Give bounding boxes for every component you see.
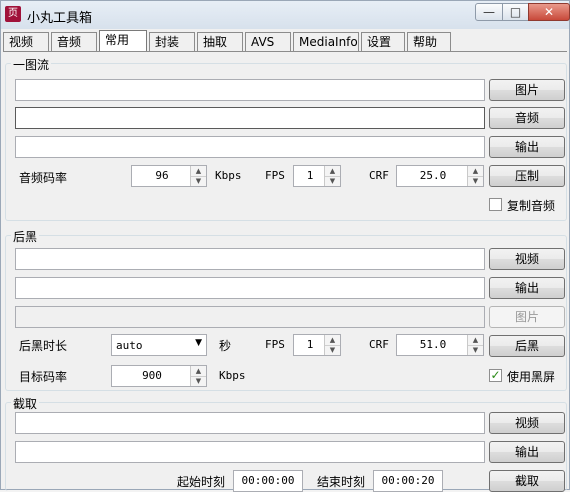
tab-help[interactable]: 帮助	[407, 32, 451, 51]
tail-fps-stepper[interactable]: 1 ▲ ▼	[293, 334, 341, 356]
kbps-unit: Kbps	[215, 169, 242, 182]
start-time-input[interactable]: 00:00:00	[233, 470, 303, 492]
video-path-input[interactable]	[15, 248, 485, 270]
video-button[interactable]: 视频	[489, 248, 565, 270]
clip-output-button[interactable]: 输出	[489, 441, 565, 463]
tail-image-button: 图片	[489, 306, 565, 328]
black-tail-run-button[interactable]: 后黑	[489, 335, 565, 357]
stepper-arrows[interactable]: ▲ ▼	[324, 335, 340, 355]
tail-crf-label: CRF	[369, 338, 389, 351]
down-arrow-icon[interactable]: ▼	[191, 176, 206, 186]
image-path-input[interactable]	[15, 79, 485, 101]
tail-output-button[interactable]: 输出	[489, 277, 565, 299]
copy-audio-label: 复制音频	[507, 199, 556, 213]
tail-output-path-input[interactable]	[15, 277, 485, 299]
up-arrow-icon[interactable]: ▲	[191, 366, 206, 376]
chevron-down-icon[interactable]: ▼	[195, 338, 202, 348]
down-arrow-icon[interactable]: ▼	[191, 376, 206, 386]
minimize-button[interactable]: —	[475, 3, 503, 21]
crf-stepper[interactable]: 25.0 ▲ ▼	[396, 165, 484, 187]
title-bar[interactable]: 页 小丸工具箱 — □ ✕	[1, 1, 570, 29]
up-arrow-icon[interactable]: ▲	[468, 335, 483, 345]
app-icon: 页	[5, 6, 21, 22]
audio-bitrate-label: 音频码率	[19, 171, 68, 185]
compress-button[interactable]: 压制	[489, 165, 565, 187]
crf-value: 25.0	[419, 169, 447, 182]
target-bitrate-label: 目标码率	[19, 370, 68, 384]
audio-button[interactable]: 音频	[489, 107, 565, 129]
tail-duration-select[interactable]: auto ▼	[111, 334, 207, 356]
down-arrow-icon[interactable]: ▼	[468, 345, 483, 355]
tab-mediainfo[interactable]: MediaInfo	[293, 32, 359, 51]
target-kbps-unit: Kbps	[219, 369, 246, 382]
maximize-button[interactable]: □	[502, 3, 529, 21]
clip-video-button[interactable]: 视频	[489, 412, 565, 434]
stepper-arrows[interactable]: ▲ ▼	[324, 166, 340, 186]
tab-divider	[3, 51, 567, 52]
output-button[interactable]: 输出	[489, 136, 565, 158]
use-black-checkbox[interactable]: ✓	[489, 369, 502, 382]
down-arrow-icon[interactable]: ▼	[325, 345, 340, 355]
audio-bitrate-stepper[interactable]: 96 ▲ ▼	[131, 165, 207, 187]
up-arrow-icon[interactable]: ▲	[191, 166, 206, 176]
seconds-unit: 秒	[219, 339, 232, 353]
fps-label: FPS	[265, 169, 285, 182]
fps-value: 1	[306, 169, 314, 182]
copy-audio-checkbox[interactable]	[489, 198, 502, 211]
tail-image-path-input	[15, 306, 485, 328]
image-button[interactable]: 图片	[489, 79, 565, 101]
tail-duration-label: 后黑时长	[19, 339, 68, 353]
down-arrow-icon[interactable]: ▼	[325, 176, 340, 186]
up-arrow-icon[interactable]: ▲	[468, 166, 483, 176]
up-arrow-icon[interactable]: ▲	[325, 335, 340, 345]
end-time-input[interactable]: 00:00:20	[373, 470, 443, 492]
black-tail-group-label: 后黑	[11, 228, 40, 245]
tab-video[interactable]: 视频	[3, 32, 49, 51]
clip-output-path-input[interactable]	[15, 441, 485, 463]
clip-group-label: 截取	[11, 395, 40, 412]
one-image-group-label: 一图流	[11, 56, 52, 73]
tab-avs[interactable]: AVS	[245, 32, 291, 51]
down-arrow-icon[interactable]: ▼	[468, 176, 483, 186]
clip-video-path-input[interactable]	[15, 412, 485, 434]
use-black-label: 使用黑屏	[507, 370, 556, 384]
output-path-input[interactable]	[15, 136, 485, 158]
tail-crf-stepper[interactable]: 51.0 ▲ ▼	[396, 334, 484, 356]
target-bitrate-value: 900	[142, 369, 162, 382]
stepper-arrows[interactable]: ▲ ▼	[467, 335, 483, 355]
stepper-arrows[interactable]: ▲ ▼	[190, 366, 206, 386]
tab-settings[interactable]: 设置	[361, 32, 405, 51]
tab-extract[interactable]: 抽取	[197, 32, 243, 51]
target-bitrate-stepper[interactable]: 900 ▲ ▼	[111, 365, 207, 387]
start-time-label: 起始时刻	[177, 475, 226, 489]
clip-button[interactable]: 截取	[489, 470, 565, 492]
tab-common[interactable]: 常用	[99, 30, 147, 52]
tail-crf-value: 51.0	[419, 338, 447, 351]
up-arrow-icon[interactable]: ▲	[325, 166, 340, 176]
close-button[interactable]: ✕	[528, 3, 570, 21]
app-window: 页 小丸工具箱 — □ ✕ 视频 音频 常用 封装 抽取 AVS MediaIn…	[0, 0, 570, 492]
fps-stepper[interactable]: 1 ▲ ▼	[293, 165, 341, 187]
stepper-arrows[interactable]: ▲ ▼	[467, 166, 483, 186]
audio-path-input[interactable]	[15, 107, 485, 129]
tab-audio[interactable]: 音频	[51, 32, 97, 51]
tab-mux[interactable]: 封装	[149, 32, 195, 51]
tail-fps-value: 1	[306, 338, 314, 351]
tail-fps-label: FPS	[265, 338, 285, 351]
crf-label: CRF	[369, 169, 389, 182]
end-time-label: 结束时刻	[317, 475, 366, 489]
tail-duration-value: auto	[116, 339, 143, 352]
audio-bitrate-value: 96	[155, 169, 169, 182]
window-title: 小丸工具箱	[27, 11, 93, 26]
stepper-arrows[interactable]: ▲ ▼	[190, 166, 206, 186]
